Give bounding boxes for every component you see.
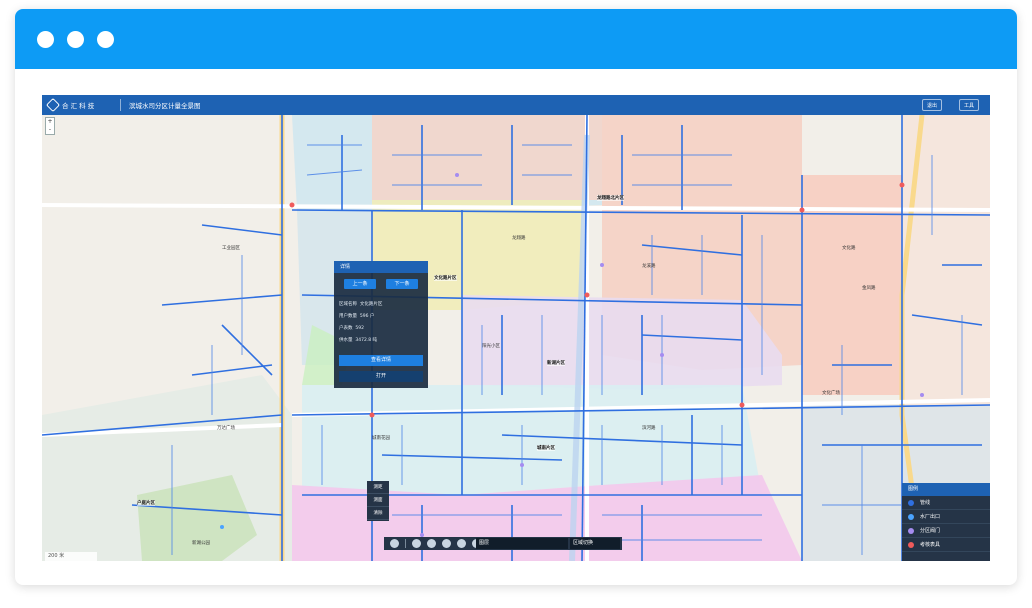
popup-row-supply: 供水量 3472.8 吨 [339, 338, 378, 343]
toolbar-divider [405, 539, 406, 548]
app-logo: 合 汇 科 技 [42, 97, 112, 113]
map-label: 文化路 [842, 246, 856, 251]
map-label: 城南花园 [372, 436, 390, 441]
area-info-popup: 详情 上一条 下一条 区域名称 文化路片区 用户数量 596 户 户表数 592… [334, 261, 428, 388]
area-label: 龙翔路北片区 [597, 195, 624, 201]
tools-button[interactable]: 工具 [959, 99, 980, 111]
popup-row-meters: 户表数 592 [339, 326, 364, 331]
gis-application: 合 汇 科 技 滨城水司分区计量全景图 退出 工具 龙翔路 龙溪路 文化路 金凤… [42, 95, 990, 561]
legend-title: 图例 [902, 483, 990, 496]
area-switch-select[interactable]: 区域切换 [570, 538, 620, 549]
logo-icon [45, 97, 61, 113]
legend-item[interactable]: 水厂出口 [902, 510, 990, 524]
popup-row-users: 用户数量 596 户 [339, 314, 375, 319]
map-label: 龙翔路 [512, 236, 526, 241]
zone-north [372, 115, 602, 200]
valve-swatch-icon [908, 527, 914, 534]
pipe-swatch-icon [908, 499, 914, 506]
browser-frame: 合 汇 科 技 滨城水司分区计量全景图 退出 工具 龙翔路 龙溪路 文化路 金凤… [15, 9, 1017, 585]
popup-row-area: 区域名称 文化路片区 [339, 302, 383, 307]
next-button[interactable]: 下一条 [386, 279, 418, 289]
map-label: 滨河路 [642, 426, 656, 431]
measure-distance-button[interactable]: 测距 [367, 481, 389, 494]
layers-icon[interactable] [457, 539, 466, 548]
exit-button[interactable]: 退出 [922, 99, 943, 111]
map-label: 阳光小区 [482, 344, 500, 349]
popup-title: 详情 [334, 261, 428, 273]
map-label: 金凤路 [862, 286, 876, 291]
map-label: 文化广场 [822, 391, 840, 396]
area-label: 城南片区 [537, 445, 555, 451]
open-button[interactable]: 打开 [339, 371, 423, 382]
window-dot-3[interactable] [97, 31, 114, 48]
app-title: 滨城水司分区计量全景图 [129, 102, 201, 110]
measure-area-button[interactable]: 测面 [367, 494, 389, 507]
map-label: 工业园区 [222, 246, 240, 251]
legend-item[interactable]: 管线 [902, 496, 990, 510]
zone-south-cyan [302, 385, 762, 495]
window-dot-1[interactable] [37, 31, 54, 48]
app-header: 合 汇 科 技 滨城水司分区计量全景图 退出 工具 [42, 95, 990, 115]
meter-swatch-icon [908, 541, 914, 548]
edit-icon[interactable] [412, 539, 421, 548]
locate-icon[interactable] [390, 539, 399, 548]
zoom-out-button[interactable]: - [46, 126, 54, 134]
area-label: 文化路片区 [434, 275, 457, 281]
map-canvas[interactable] [42, 115, 990, 561]
zoom-in-button[interactable]: + [46, 118, 54, 126]
layer-select[interactable]: 图层 [476, 538, 568, 549]
measure-tools: 测距 测面 清除 [367, 481, 389, 521]
map-legend: 图例 管线 水厂出口 分区阀门 考核表具 [902, 483, 990, 561]
export-icon[interactable] [442, 539, 451, 548]
map-label: 龙溪路 [642, 264, 656, 269]
map-label: 万达广场 [217, 426, 235, 431]
bottom-toolbar: 图层 区域切换 [384, 537, 622, 550]
zone-center-purple [462, 295, 782, 390]
header-divider [120, 99, 121, 111]
legend-item[interactable]: 考核表具 [902, 538, 990, 552]
map-label: 新湖公园 [192, 541, 210, 546]
area-label: 新湖片区 [547, 360, 565, 366]
window-dot-2[interactable] [67, 31, 84, 48]
clear-button[interactable]: 清除 [367, 507, 389, 520]
logo-text: 合 汇 科 技 [62, 102, 95, 110]
plant-swatch-icon [908, 513, 914, 520]
prev-button[interactable]: 上一条 [344, 279, 376, 289]
window-titlebar [15, 9, 1017, 69]
area-label: 户庭片区 [137, 500, 155, 506]
scale-bar: 200 米 [45, 552, 97, 561]
zoom-control[interactable]: + - [45, 117, 55, 135]
legend-item[interactable]: 分区阀门 [902, 524, 990, 538]
print-icon[interactable] [427, 539, 436, 548]
view-detail-button[interactable]: 查看详情 [339, 355, 423, 366]
